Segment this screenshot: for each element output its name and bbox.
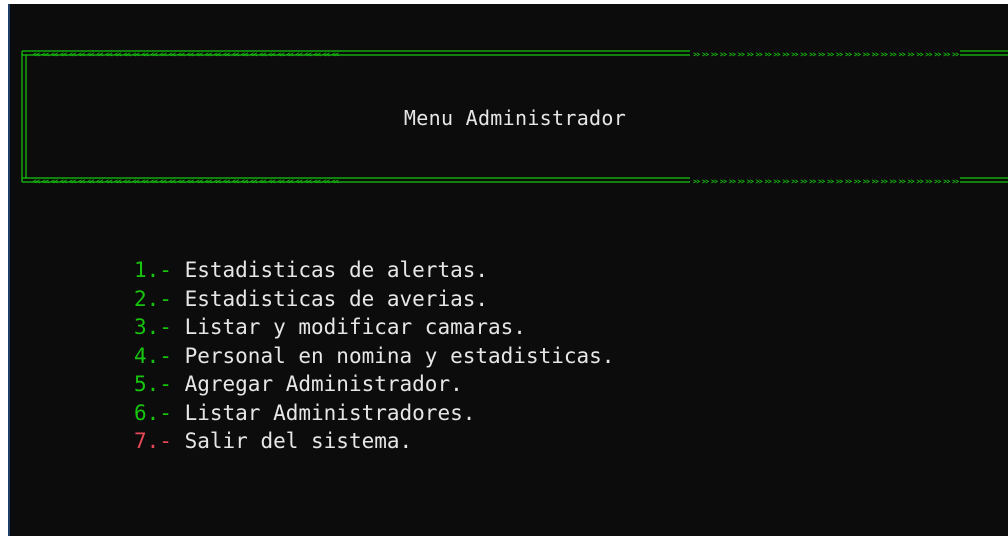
banner-title: Menu Administrador [403, 106, 627, 130]
menu-item-number: 2.- [134, 286, 172, 311]
menu-item-label: Agregar Administrador. [171, 372, 463, 396]
menu-item-list-cameras[interactable]: 3.- Listar y modificar camaras. [134, 313, 614, 342]
console-window: «««««««««««««««««««««««««««««««««« »»»»»… [8, 4, 1008, 536]
menu-item-exit[interactable]: 7.- Salir del sistema. [134, 427, 614, 456]
menu-item-alert-stats[interactable]: 1.- Estadisticas de alertas. [134, 256, 614, 285]
menu-item-number: 1.- [134, 258, 172, 282]
menu-item-label: Estadisticas de alertas. [171, 258, 489, 282]
admin-menu: 1.- Estadisticas de alertas. 2.- Estadis… [134, 256, 614, 456]
svg-text:««««««««««««««««««««««««««««««: «««««««««««««««««««««««««««««««««« [32, 50, 340, 60]
menu-item-label: Personal en nomina y estadisticas. [171, 343, 615, 368]
menu-item-number: 4.- [134, 343, 172, 368]
menu-item-list-admins[interactable]: 6.- Listar Administradores. [134, 399, 614, 428]
menu-item-label: Listar Administradores. [171, 400, 476, 425]
menu-item-label: Estadisticas de averias. [171, 286, 489, 311]
menu-item-add-admin[interactable]: 5.- Agregar Administrador. [134, 370, 614, 399]
menu-item-number: 3.- [134, 315, 172, 339]
menu-item-failure-stats[interactable]: 2.- Estadisticas de averias. [134, 285, 614, 314]
svg-text:»»»»»»»»»»»»»»»»»»»»»»»»»»»»»»: »»»»»»»»»»»»»»»»»»»»»»»»»»»»»» [692, 50, 960, 60]
svg-text:»»»»»»»»»»»»»»»»»»»»»»»»»»»»»»: »»»»»»»»»»»»»»»»»»»»»»»»»»»»»» [692, 177, 960, 186]
menu-banner: «««««««««««««««««««««««««««««««««« »»»»»… [20, 48, 1008, 186]
menu-item-label: Listar y modificar camaras. [171, 315, 526, 339]
menu-item-number: 5.- [134, 372, 172, 396]
menu-item-label: Salir del sistema. [171, 429, 413, 453]
svg-text:««««««««««««««««««««««««««««««: «««««««««««««««««««««««««««««««««« [32, 177, 340, 186]
menu-item-number: 7.- [134, 429, 172, 453]
menu-item-number: 6.- [134, 400, 172, 425]
menu-item-payroll[interactable]: 4.- Personal en nomina y estadisticas. [134, 342, 614, 371]
